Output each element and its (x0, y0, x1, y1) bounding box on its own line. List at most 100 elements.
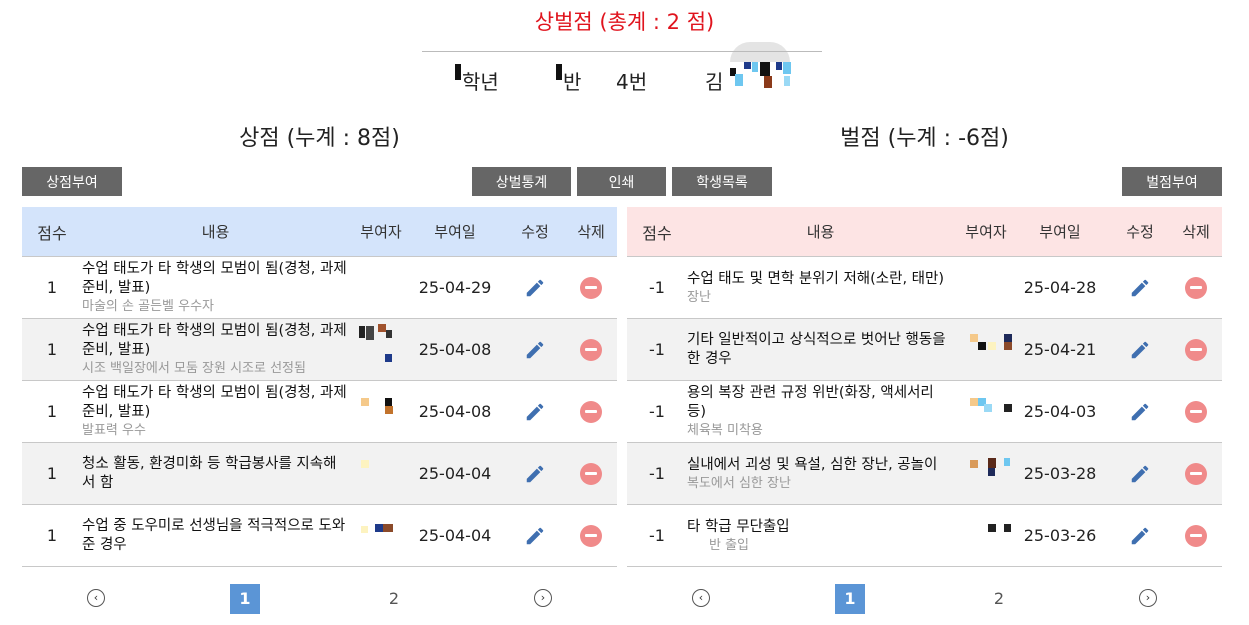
table-row: -1 수업 태도 및 면학 분위기 저해(소란, 태만) 장난 25-04-28 (627, 257, 1222, 319)
give-penalty-button[interactable]: 벌점부여 (1122, 167, 1222, 196)
chevron-right-circle-icon[interactable]: › (1139, 589, 1157, 607)
print-button[interactable]: 인쇄 (577, 167, 666, 196)
minus-circle-icon[interactable] (580, 524, 602, 547)
row-score: -1 (649, 278, 665, 297)
row-reason: 수업 태도가 타 학생의 모범이 됨(경청, 과제 준비, 발표) (82, 261, 347, 296)
award-section-title: 상점 (누계 : 8점) (239, 126, 400, 151)
row-date: 25-04-21 (1023, 340, 1097, 359)
student-name: 김 (705, 70, 724, 94)
row-content: 수업 태도 및 면학 분위기 저해(소란, 태만) 장난 (687, 270, 962, 306)
redacted-giver (962, 320, 1012, 380)
pencil-icon[interactable] (524, 525, 546, 547)
minus-circle-icon[interactable] (1185, 524, 1207, 547)
class-label: 반 (563, 70, 582, 94)
table-row: -1 실내에서 괴성 및 욕설, 심한 장난, 공놀이 복도에서 심한 장난 2… (627, 443, 1222, 505)
row-date: 25-03-26 (1023, 526, 1097, 545)
row-reason: 실내에서 괴성 및 욕설, 심한 장난, 공놀이 (687, 456, 938, 473)
chevron-right-circle-icon[interactable]: › (534, 589, 552, 607)
row-content: 기타 일반적이고 상식적으로 벗어난 행동을 한 경우 (687, 331, 962, 369)
pencil-icon[interactable] (1129, 525, 1151, 547)
row-content: 타 학급 무단출입 반 출입 (687, 518, 962, 554)
row-reason: 타 학급 무단출입 (687, 518, 790, 535)
redacted-name (730, 62, 794, 90)
minus-circle-icon[interactable] (1185, 276, 1207, 299)
title-decoration (730, 42, 790, 62)
penalty-table-header: 점수 내용 부여자 부여일 수정 삭제 (627, 207, 1222, 257)
page-1[interactable]: 1 (230, 584, 260, 614)
redacted-giver (962, 506, 1011, 566)
table-row: 1 수업 태도가 타 학생의 모범이 됨(경청, 과제 준비, 발표) 마술의 … (22, 257, 617, 319)
row-score: 1 (46, 464, 58, 483)
pencil-icon[interactable] (1129, 401, 1151, 423)
award-table-header: 점수 내용 부여자 부여일 수정 삭제 (22, 207, 617, 257)
row-detail: 복도에서 심한 장난 (687, 475, 791, 491)
page-2[interactable]: 2 (379, 584, 409, 614)
page-title: 상벌점 (총계 : 2 점) (534, 10, 715, 34)
penalty-section-title: 벌점 (누계 : -6점) (840, 126, 1009, 151)
chevron-left-circle-icon[interactable]: ‹ (692, 589, 710, 607)
row-detail: 마술의 손 골든벨 우수자 (82, 299, 214, 314)
row-reason: 수업 태도가 타 학생의 모범이 됨(경청, 과제 준비, 발표) (82, 385, 347, 420)
row-score: 1 (46, 402, 58, 421)
pencil-icon[interactable] (1129, 339, 1151, 361)
row-date: 25-04-04 (418, 464, 492, 483)
minus-circle-icon[interactable] (1185, 338, 1207, 361)
minus-circle-icon[interactable] (580, 400, 602, 423)
redacted-giver (962, 444, 1010, 504)
header-content: 내용 (806, 223, 835, 241)
row-score: 1 (46, 278, 58, 297)
penalty-table: 점수 내용 부여자 부여일 수정 삭제 -1 수업 태도 및 면학 분위기 저해… (627, 207, 1222, 567)
row-date: 25-04-29 (418, 278, 492, 297)
row-content: 용의 복장 관련 규정 위반(화장, 액세서리 등) 체육복 미착용 (687, 384, 962, 439)
page-2[interactable]: 2 (984, 584, 1014, 614)
redacted-giver (357, 506, 405, 566)
header-by: 부여자 (965, 223, 1007, 241)
student-info: 학년 반 4번 김 (0, 62, 1249, 96)
minus-circle-icon[interactable] (580, 462, 602, 485)
redacted-giver (962, 382, 1012, 442)
student-number: 4번 (616, 70, 648, 94)
pencil-icon[interactable] (524, 401, 546, 423)
row-score: -1 (649, 526, 665, 545)
header-delete: 삭제 (577, 223, 605, 241)
minus-circle-icon[interactable] (1185, 400, 1207, 423)
table-row: 1 수업 태도가 타 학생의 모범이 됨(경청, 과제 준비, 발표) 발표력 … (22, 381, 617, 443)
student-list-button[interactable]: 학생목록 (672, 167, 772, 196)
table-row: 1 수업 태도가 타 학생의 모범이 됨(경청, 과제 준비, 발표) 시조 백… (22, 319, 617, 381)
pencil-icon[interactable] (524, 463, 546, 485)
redacted-giver (357, 382, 405, 442)
row-date: 25-04-04 (418, 526, 492, 545)
redacted-giver (357, 444, 405, 504)
row-score: -1 (649, 340, 665, 359)
table-row: 1 수업 중 도우미로 선생님을 적극적으로 도와준 경우 25-04-04 (22, 505, 617, 567)
page-1[interactable]: 1 (835, 584, 865, 614)
row-date: 25-04-28 (1023, 278, 1097, 297)
table-row: -1 기타 일반적이고 상식적으로 벗어난 행동을 한 경우 25-04-21 (627, 319, 1222, 381)
chevron-left-circle-icon[interactable]: ‹ (87, 589, 105, 607)
header-score: 점수 (642, 223, 672, 243)
pencil-icon[interactable] (1129, 277, 1151, 299)
row-content: 청소 활동, 환경미화 등 학급봉사를 지속해서 함 (82, 455, 357, 493)
row-detail: 발표력 우수 (82, 423, 146, 438)
redacted-giver (962, 258, 1010, 318)
row-date: 25-03-28 (1023, 464, 1097, 483)
row-reason: 용의 복장 관련 규정 위반(화장, 액세서리 등) (687, 385, 934, 420)
minus-circle-icon[interactable] (1185, 462, 1207, 485)
row-reason: 수업 중 도우미로 선생님을 적극적으로 도와준 경우 (82, 517, 346, 553)
row-date: 25-04-08 (418, 402, 492, 421)
stats-button[interactable]: 상벌통계 (472, 167, 571, 196)
award-pagination: ‹ 1 2 › (22, 582, 617, 614)
minus-circle-icon[interactable] (580, 276, 602, 299)
pencil-icon[interactable] (1129, 463, 1151, 485)
row-date: 25-04-08 (418, 340, 492, 359)
pencil-icon[interactable] (524, 277, 546, 299)
row-reason: 수업 태도 및 면학 분위기 저해(소란, 태만) (687, 270, 945, 287)
row-detail: 반 출입 (709, 537, 750, 553)
give-award-button[interactable]: 상점부여 (22, 167, 122, 196)
header-content: 내용 (201, 223, 230, 241)
header-date: 부여일 (1039, 223, 1081, 241)
pencil-icon[interactable] (524, 339, 546, 361)
minus-circle-icon[interactable] (580, 338, 602, 361)
redacted-giver (357, 258, 405, 318)
row-content: 수업 태도가 타 학생의 모범이 됨(경청, 과제 준비, 발표) 발표력 우수 (82, 384, 357, 439)
